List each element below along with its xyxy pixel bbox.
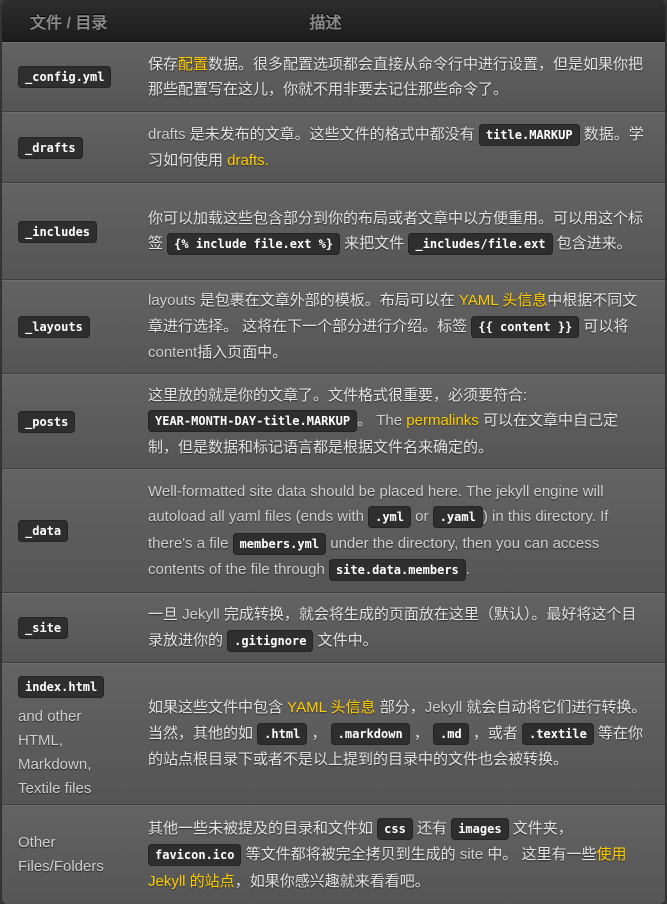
doc-link[interactable]: permalinks <box>406 412 479 429</box>
description-text: 文件中。 <box>313 631 378 649</box>
inline-code: title.MARKUP <box>478 123 580 146</box>
file-cell: _includes <box>2 220 148 244</box>
description-text: 等文件都将被完全拷贝到生成的 <box>241 846 460 864</box>
inline-code: favicon.ico <box>148 844 242 867</box>
file-cell: index.html and other HTML, Markdown, Tex… <box>2 664 148 804</box>
table-row: _includes 你可以加载这些包含部分到你的布局或者文章中以方便重用。可以用… <box>2 183 665 280</box>
inline-code: members.yml <box>232 532 327 555</box>
file-name-code: _layouts <box>18 316 90 338</box>
description-text: 还有 <box>412 819 452 837</box>
file-cell: _site <box>2 616 148 640</box>
description-text: 保存 <box>148 55 179 73</box>
header-description: 描述 <box>309 14 342 32</box>
doc-link[interactable]: drafts. <box>227 152 269 169</box>
file-text: Other Files/Folders <box>18 834 104 875</box>
table-row: _config.yml 保存配置数据。很多配置选项都会直接从命令行中进行设置，但… <box>2 42 665 112</box>
file-name-code: _data <box>18 520 69 542</box>
inline-code: {{ content }} <box>471 315 580 338</box>
header-file-directory: 文件 / 目录 <box>30 14 108 32</box>
inline-code: .md <box>433 722 469 745</box>
table-header: 文件 / 目录 描述 <box>2 0 665 42</box>
doc-link[interactable]: YAML 头信息 <box>459 292 547 309</box>
inline-code: .yml <box>368 506 412 528</box>
doc-link[interactable]: YAML 头信息 <box>287 699 375 716</box>
file-cell: _layouts <box>2 315 148 339</box>
directory-structure-table: 文件 / 目录 描述 _config.yml 保存配置数据。很多配置选项都会直接… <box>2 0 665 904</box>
inline-code: site.data.members <box>328 559 466 581</box>
description-text: ，如果你感兴趣就来看看吧。 <box>234 872 430 890</box>
description-text: The <box>376 412 407 430</box>
inline-code: .yaml <box>432 506 483 528</box>
inline-code: .gitignore <box>227 629 314 652</box>
description-text: 这里放的就是你的文章了。文件格式很重要，必须要符合: <box>148 386 528 404</box>
description-text: 文件夹， <box>508 819 573 837</box>
table-row: _site 一旦 Jekyll 完成转换，就会将生成的页面放在这里（默认）。最好… <box>2 593 665 663</box>
description-text: 是包裹在文章外部的模板。布局可以在 <box>195 292 459 310</box>
description-text: 是未发布的文章。这些文件的格式中都没有 <box>185 125 479 143</box>
description-text: 可以将 <box>579 317 629 335</box>
description-text: 数据。很多配置选项都会直接从命令行中进行设置，但是如果你把那些配置写在这儿，你就… <box>148 55 644 99</box>
inline-code: .textile <box>522 722 594 745</box>
description-cell: 保存配置数据。很多配置选项都会直接从命令行中进行设置，但是如果你把那些配置写在这… <box>148 52 665 103</box>
description-text: content <box>148 344 198 362</box>
doc-link[interactable]: 配置 <box>178 56 208 73</box>
file-name-code: _posts <box>18 410 76 433</box>
file-cell: _data <box>2 519 148 543</box>
file-name-code: _site <box>18 617 69 639</box>
table-row: _layouts layouts 是包裹在文章外部的模板。布局可以在 YAML … <box>2 280 665 374</box>
description-text: 包含进来。 <box>552 235 632 252</box>
description-text: 如果这些文件中包含 <box>148 699 288 717</box>
description-text: ， <box>409 724 434 742</box>
description-cell: 一旦 Jekyll 完成转换，就会将生成的页面放在这里（默认）。最好将这个目录放… <box>148 602 665 654</box>
description-text: . <box>465 561 470 578</box>
description-cell: 如果这些文件中包含 YAML 头信息 部分，Jekyll 就会自动将它们进行转换… <box>148 695 665 773</box>
description-text: drafts <box>148 125 186 143</box>
description-text: 。 <box>357 412 377 430</box>
description-text: 插入页面中。 <box>197 344 288 362</box>
description-text: 一旦 <box>148 606 183 623</box>
file-extra-text: and other HTML, Markdown, Textile files <box>18 708 92 797</box>
inline-code: {% include file.ext %} <box>167 233 341 255</box>
description-cell: drafts 是未发布的文章。这些文件的格式中都没有 title.MARKUP … <box>148 122 665 174</box>
inline-code: _includes/file.ext <box>408 233 553 255</box>
file-name-code: index.html <box>18 676 105 698</box>
description-text: 完成转换，就会将生成的页面放在这里（默认）。最好将这个目录放进你的 <box>148 606 637 649</box>
description-cell: 这里放的就是你的文章了。文件格式很重要，必须要符合: YEAR-MONTH-DA… <box>148 383 665 461</box>
description-text: 来把文件 <box>340 235 409 252</box>
inline-code: .markdown <box>330 722 410 745</box>
table-row: _posts 这里放的就是你的文章了。文件格式很重要，必须要符合: YEAR-M… <box>2 374 665 469</box>
description-text: or <box>411 508 433 525</box>
file-cell: _drafts <box>2 136 148 160</box>
file-name-code: _includes <box>18 220 98 243</box>
inline-code: YEAR-MONTH-DAY-title.MARKUP <box>148 410 358 433</box>
description-cell: layouts 是包裹在文章外部的模板。布局可以在 YAML 头信息中根据不同文… <box>148 288 665 366</box>
description-cell: 其他一些未被提及的目录和文件如 css 还有 images 文件夹， favic… <box>148 816 665 895</box>
inline-code: css <box>377 817 413 840</box>
description-text: ，或者 <box>468 724 523 742</box>
description-text: Jekyll <box>424 699 463 717</box>
file-cell: Other Files/Folders <box>2 831 148 879</box>
description-text: layouts <box>148 292 196 310</box>
description-text: 部分， <box>375 699 425 717</box>
table-row: index.html and other HTML, Markdown, Tex… <box>2 663 665 805</box>
file-name-code: _drafts <box>18 136 83 159</box>
table-row: _data Well-formatted site data should be… <box>2 469 665 593</box>
file-name-code: _config.yml <box>18 66 112 88</box>
file-cell: _posts <box>2 410 148 434</box>
description-text: site <box>459 846 484 864</box>
description-text: 其他一些未被提及的目录和文件如 <box>148 819 378 837</box>
description-text: Jekyll <box>182 606 220 623</box>
description-text: 中。 这里有一些 <box>483 846 597 864</box>
description-cell: 你可以加载这些包含部分到你的布局或者文章中以方便重用。可以用这个标签 {% in… <box>148 206 665 258</box>
inline-code: images <box>451 817 509 840</box>
file-cell: _config.yml <box>2 65 148 89</box>
description-text: ， <box>307 724 331 742</box>
description-cell: Well-formatted site data should be place… <box>148 479 665 584</box>
inline-code: .html <box>257 722 308 745</box>
table-row: _drafts drafts 是未发布的文章。这些文件的格式中都没有 title… <box>2 112 665 183</box>
table-row: Other Files/Folders 其他一些未被提及的目录和文件如 css … <box>2 805 665 904</box>
